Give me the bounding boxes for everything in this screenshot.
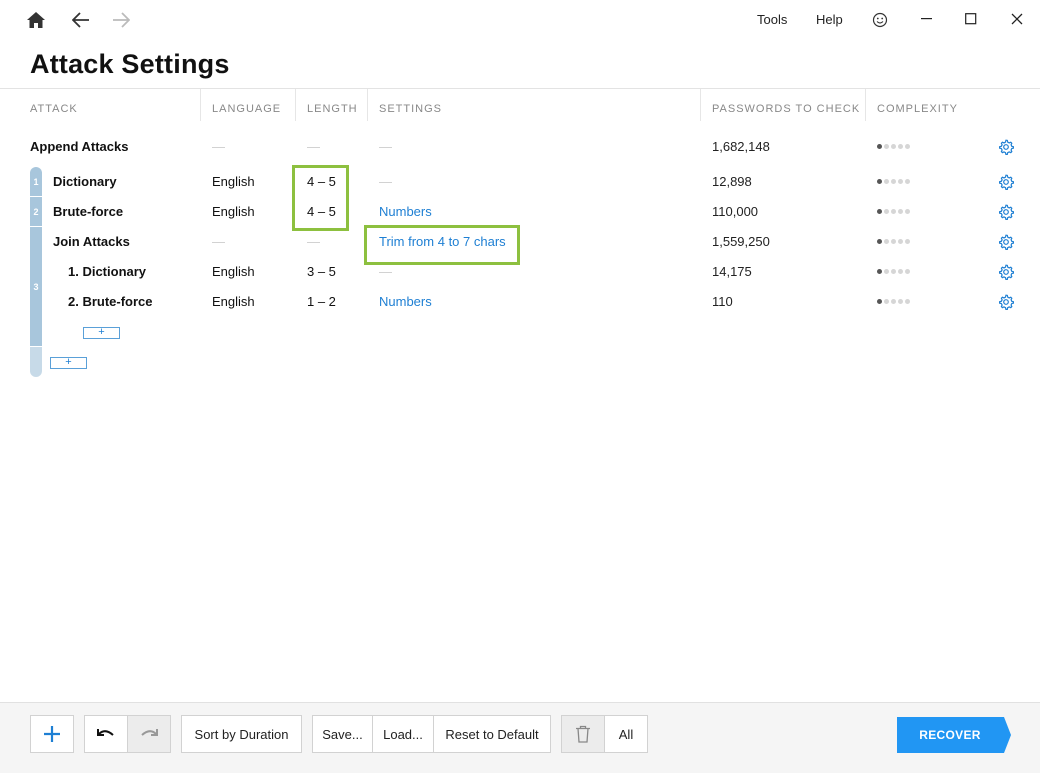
minimize-button[interactable] [913, 6, 941, 32]
complexity-dots [877, 209, 910, 215]
attack-name: Brute-force [53, 204, 124, 219]
attack-name: Append Attacks [30, 139, 129, 154]
smiley-icon[interactable] [868, 8, 892, 32]
settings-link[interactable]: Numbers [379, 197, 432, 227]
add-append-attack-button[interactable]: + [50, 357, 87, 369]
delete-all-button[interactable]: All [604, 715, 648, 753]
col-header-passwords: PASSWORDS TO CHECK [712, 103, 861, 115]
language-cell: English [212, 294, 255, 309]
length-cell: 1 – 2 [307, 294, 336, 309]
undo-icon [97, 729, 114, 736]
title-bar: Tools Help [0, 0, 1040, 40]
title-divider [0, 88, 1040, 89]
col-header-settings: SETTINGS [379, 103, 443, 115]
length-cell: 4 – 5 [307, 174, 336, 189]
add-join-attack-button[interactable]: + [83, 327, 120, 339]
complexity-dots [877, 239, 910, 245]
gear-icon[interactable] [998, 264, 1014, 280]
col-header-attack: ATTACK [30, 103, 78, 115]
delete-button[interactable] [561, 715, 605, 753]
col-divider [295, 89, 296, 121]
settings-cell: — [379, 139, 392, 154]
sort-by-duration-button[interactable]: Sort by Duration [181, 715, 302, 753]
length-cell: 4 – 5 [307, 204, 336, 219]
col-divider [200, 89, 201, 121]
undo-button[interactable] [84, 715, 128, 753]
save-button[interactable]: Save... [312, 715, 373, 753]
load-button[interactable]: Load... [372, 715, 434, 753]
menu-help[interactable]: Help [816, 12, 843, 27]
settings-cell: — [379, 264, 392, 279]
complexity-dots [877, 144, 910, 150]
col-divider [865, 89, 866, 121]
passwords-cell: 12,898 [712, 174, 752, 189]
group-bar-empty[interactable] [30, 347, 42, 377]
gear-icon[interactable] [998, 139, 1014, 155]
language-cell: — [212, 234, 225, 249]
length-cell: — [307, 139, 320, 154]
trash-icon [576, 725, 590, 743]
col-header-length: LENGTH [307, 103, 358, 115]
passwords-cell: 110 [712, 294, 733, 309]
table-row[interactable]: Brute-force English 4 – 5 Numbers 110,00… [0, 197, 1040, 227]
length-cell: — [307, 234, 320, 249]
col-divider [367, 89, 368, 121]
passwords-cell: 110,000 [712, 204, 759, 219]
attack-name: Dictionary [53, 174, 117, 189]
gear-icon[interactable] [998, 204, 1014, 220]
language-cell: English [212, 174, 255, 189]
home-icon[interactable] [24, 8, 48, 32]
maximize-button[interactable] [957, 6, 985, 32]
redo-icon [141, 729, 158, 736]
gear-icon[interactable] [998, 294, 1014, 310]
language-cell: English [212, 264, 255, 279]
table-row[interactable]: Dictionary English 4 – 5 — 12,898 [0, 167, 1040, 197]
table-row[interactable]: Join Attacks — — Trim from 4 to 7 chars … [0, 227, 1040, 257]
table-row[interactable]: 2. Brute-force English 1 – 2 Numbers 110 [0, 287, 1040, 317]
complexity-dots [877, 179, 910, 185]
gear-icon[interactable] [998, 234, 1014, 250]
passwords-cell: 1,682,148 [712, 139, 770, 154]
col-header-language: LANGUAGE [212, 103, 282, 115]
forward-arrow-icon[interactable] [109, 8, 133, 32]
complexity-dots [877, 299, 910, 305]
plus-icon [44, 726, 60, 742]
reset-to-default-button[interactable]: Reset to Default [433, 715, 551, 753]
close-button[interactable] [1003, 6, 1031, 32]
length-cell: 3 – 5 [307, 264, 336, 279]
menu-tools[interactable]: Tools [757, 12, 787, 27]
add-attack-button[interactable] [30, 715, 74, 753]
table-row[interactable]: 1. Dictionary English 3 – 5 — 14,175 [0, 257, 1040, 287]
col-header-complexity: COMPLEXITY [877, 103, 958, 115]
complexity-dots [877, 269, 910, 275]
back-arrow-icon[interactable] [69, 8, 93, 32]
settings-cell: — [379, 174, 392, 189]
redo-button[interactable] [127, 715, 171, 753]
settings-link[interactable]: Trim from 4 to 7 chars [379, 227, 506, 257]
language-cell: English [212, 204, 255, 219]
attack-name: Join Attacks [53, 234, 130, 249]
gear-icon[interactable] [998, 174, 1014, 190]
settings-link[interactable]: Numbers [379, 287, 432, 317]
attack-name: 1. Dictionary [68, 264, 147, 279]
col-divider [700, 89, 701, 121]
page-title: Attack Settings [30, 49, 230, 79]
recover-button[interactable] [897, 717, 1011, 753]
table-row[interactable]: Append Attacks — — — 1,682,148 [0, 132, 1040, 162]
passwords-cell: 1,559,250 [712, 234, 770, 249]
passwords-cell: 14,175 [712, 264, 752, 279]
language-cell: — [212, 139, 225, 154]
attack-name: 2. Brute-force [68, 294, 153, 309]
